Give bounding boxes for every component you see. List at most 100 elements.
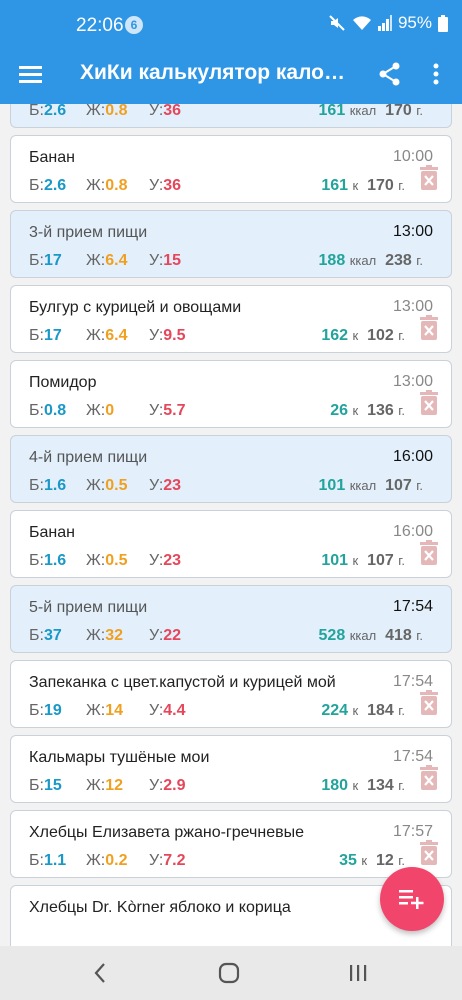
more-icon[interactable] [424,60,448,88]
delete-icon[interactable] [419,315,439,341]
fat-value: Ж:0.8 [86,177,128,194]
status-bar: 22:06 6 95% [0,0,462,44]
entry-name: Банан [29,149,75,166]
entry-time: 13:00 [392,373,433,390]
food-item-card[interactable]: Булгур с курицей и овощами 13:00 Б:17 Ж:6.4… [10,285,452,353]
battery-icon [438,14,448,32]
kcal-value: 101 [318,477,346,494]
delete-icon[interactable] [419,540,439,566]
status-time: 22:06 [76,15,124,36]
delete-icon[interactable] [419,390,439,416]
carbs-value: У:7.2 [149,852,186,869]
carbs-value: У:22 [149,627,182,644]
delete-icon[interactable] [419,840,439,866]
meal-header-card[interactable]: 5-й прием пищи 17:54 Б:37 Ж:32 У:22 528 ккал … [10,585,452,653]
fat-value: Ж:0.5 [86,477,128,494]
entry-time: 17:54 [392,673,433,690]
kcal-value: 101 [321,552,349,569]
energy-weight: 101 ккал 107 г. [319,477,423,495]
food-item-card[interactable]: Кальмары тушёные мои 17:54 Б:15 Ж:12 У:2.9 18… [10,735,452,803]
kcal-unit: ккал [349,104,377,118]
entry-name: Запеканка с цвет.капустой и курицей мой [29,674,336,691]
back-icon[interactable] [92,960,108,986]
energy-weight: 35 к 12 г. [339,852,405,870]
food-item-card[interactable]: Банан 16:00 Б:1.6 Ж:0.5 У:23 101 к 107 г. [10,510,452,578]
protein-value: Б:19 [29,702,62,719]
food-item-card[interactable]: Помидор 13:00 Б:0.8 Ж:0 У:5.7 26 к 136 г. [10,360,452,428]
meal-header-card[interactable]: 4-й прием пищи 16:00 Б:1.6 Ж:0.5 У:23 101 кка… [10,435,452,503]
grams-value: 102 [367,327,394,344]
kcal-unit: к [352,403,359,418]
energy-weight: 26 к 136 г. [330,402,405,420]
kcal-unit: к [352,553,359,568]
kcal-unit: к [352,778,359,793]
kcal-value: 180 [321,777,349,794]
kcal-unit: ккал [349,628,377,643]
entry-name: Банан [29,524,75,541]
energy-weight: 162 к 102 г. [321,327,405,345]
protein-value: Б:17 [29,327,62,344]
kcal-value: 224 [321,702,349,719]
carbs-value: У:36 [149,104,182,119]
entry-name: Кальмары тушёные мои [29,749,210,766]
grams-value: 184 [367,702,394,719]
grams-unit: г. [398,703,405,718]
kcal-value: 528 [318,627,346,644]
energy-weight: 101 к 107 г. [321,552,405,570]
fat-value: Ж:0.2 [86,852,128,869]
system-icons: 95% [328,13,448,33]
carbs-value: У:4.4 [149,702,186,719]
meal-header-card[interactable]: 2-й прием пищи10:00Б:2.6Ж:0.8У:36161 кка… [10,104,452,128]
grams-unit: г. [416,104,423,118]
food-item-card[interactable]: Запеканка с цвет.капустой и курицей мой 1… [10,660,452,728]
meal-header-card[interactable]: 3-й прием пищи 13:00 Б:17 Ж:6.4 У:15 188 ккал… [10,210,452,278]
food-item-card[interactable]: Хлебцы Елизавета ржано-гречневые 17:57 Б:1… [10,810,452,878]
grams-unit: г. [416,628,423,643]
kcal-unit: ккал [349,253,377,268]
entry-time: 16:00 [392,448,433,465]
kcal-value: 161 [321,177,349,194]
kcal-value: 26 [330,402,349,419]
signal-icon [377,15,392,31]
delete-icon[interactable] [419,690,439,716]
carbs-value: У:5.7 [149,402,186,419]
recents-icon[interactable] [348,960,368,986]
fat-value: Ж:14 [86,702,124,719]
fat-value: Ж:0.8 [86,104,128,119]
protein-value: Б:1.6 [29,552,67,569]
carbs-value: У:9.5 [149,327,186,344]
delete-icon[interactable] [419,765,439,791]
grams-unit: г. [398,853,405,868]
fat-value: Ж:12 [86,777,124,794]
entry-name: Хлебцы Dr. Kòrner яблоко и корица [29,899,291,916]
grams-unit: г. [398,553,405,568]
entry-time: 17:54 [392,598,433,615]
grams-unit: г. [398,178,405,193]
grams-unit: г. [416,253,423,268]
delete-icon[interactable] [419,165,439,191]
diary-list[interactable]: 2-й прием пищи10:00Б:2.6Ж:0.8У:36161 кка… [0,104,462,946]
kcal-unit: к [361,853,368,868]
energy-weight: 161 к 170 г. [321,177,405,195]
carbs-value: У:23 [149,552,182,569]
grams-unit: г. [398,328,405,343]
kcal-value: 35 [339,852,357,869]
grams-unit: г. [416,478,423,493]
entry-time: 16:00 [392,523,433,540]
grams-value: 12 [375,852,394,869]
home-icon[interactable] [218,960,240,986]
menu-icon[interactable] [16,60,46,88]
food-item-card[interactable]: Банан 10:00 Б:2.6 Ж:0.8 У:36 161 к 170 г. [10,135,452,203]
notification-count-badge: 6 [125,16,143,34]
entry-name: 3-й прием пищи [29,224,148,241]
entry-time: 17:57 [392,823,433,840]
grams-value: 107 [385,477,412,494]
add-food-button[interactable] [380,867,444,931]
fat-value: Ж:6.4 [86,252,128,269]
share-icon[interactable] [376,60,404,88]
energy-weight: 188 ккал 238 г. [319,252,423,270]
energy-weight: 224 к 184 г. [321,702,405,720]
wifi-icon [352,16,371,30]
kcal-value: 161 [318,104,346,119]
energy-weight: 528 ккал 418 г. [319,627,423,645]
